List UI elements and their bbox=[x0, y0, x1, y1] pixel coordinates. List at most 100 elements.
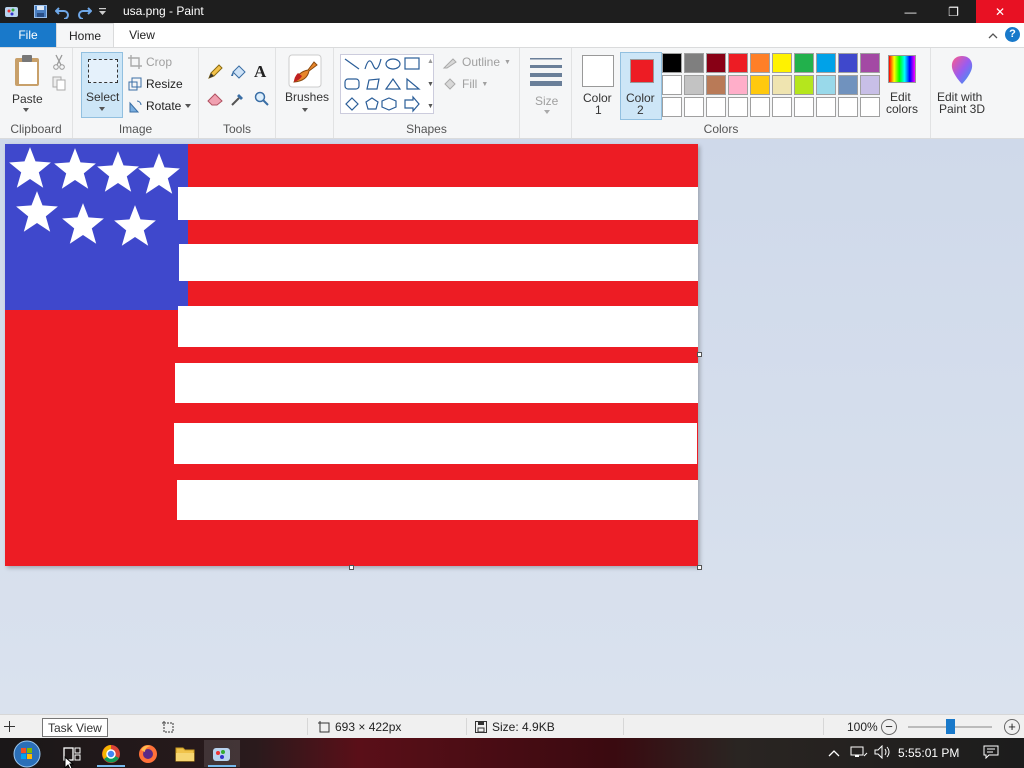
brushes-button[interactable]: Brushes bbox=[280, 52, 330, 118]
palette-swatch[interactable] bbox=[706, 75, 726, 95]
volume-icon[interactable] bbox=[874, 744, 892, 762]
color-picker-icon[interactable] bbox=[230, 91, 246, 110]
customize-qat-icon[interactable] bbox=[98, 3, 108, 20]
palette-swatch[interactable] bbox=[728, 75, 748, 95]
shapes-gallery[interactable]: ▲ ▼ ▼ bbox=[340, 54, 434, 114]
flag-star bbox=[54, 148, 96, 189]
palette-swatch[interactable] bbox=[816, 53, 836, 73]
palette-swatch[interactable] bbox=[750, 75, 770, 95]
palette-swatch[interactable] bbox=[728, 53, 748, 73]
outline-button[interactable]: Outline ▼ bbox=[442, 55, 511, 69]
palette-swatch[interactable] bbox=[772, 53, 792, 73]
taskbar: 5:55:01 PM bbox=[0, 738, 1024, 768]
taskbar-clock[interactable]: 5:55:01 PM bbox=[898, 746, 959, 760]
palette-swatch[interactable] bbox=[706, 97, 726, 117]
palette-swatch[interactable] bbox=[838, 75, 858, 95]
palette-swatch[interactable] bbox=[860, 53, 880, 73]
save-icon[interactable] bbox=[34, 3, 48, 20]
palette-swatch[interactable] bbox=[772, 75, 792, 95]
paint-app-icon[interactable] bbox=[4, 3, 22, 20]
taskbar-file-explorer[interactable] bbox=[167, 740, 203, 767]
shapes-scroll-down-icon[interactable]: ▼ bbox=[427, 81, 434, 88]
resize-handle-bottom[interactable] bbox=[349, 565, 354, 570]
shapes-scroll-up-icon[interactable]: ▲ bbox=[427, 58, 434, 65]
fill-button[interactable]: Fill ▼ bbox=[442, 77, 488, 91]
file-size: Size: 4.9KB bbox=[475, 715, 555, 738]
copy-icon[interactable] bbox=[52, 76, 66, 94]
shapes-expand-icon[interactable]: ▼ bbox=[427, 103, 434, 110]
edit-with-paint3d-button[interactable]: Edit with Paint 3D bbox=[933, 52, 993, 118]
select-button[interactable]: Select bbox=[81, 52, 123, 118]
resize-handle-right[interactable] bbox=[697, 352, 702, 357]
pencil-icon[interactable] bbox=[207, 64, 223, 83]
start-button[interactable] bbox=[6, 738, 46, 768]
zoom-slider-thumb[interactable] bbox=[946, 719, 955, 734]
canvas-workspace[interactable] bbox=[0, 139, 1024, 714]
text-tool-icon[interactable]: A bbox=[254, 62, 266, 82]
palette-swatch[interactable] bbox=[816, 75, 836, 95]
palette-swatch[interactable] bbox=[816, 97, 836, 117]
palette-swatch[interactable] bbox=[838, 97, 858, 117]
color2-swatch bbox=[630, 59, 654, 83]
image-dimensions: 693 × 422px bbox=[318, 715, 401, 738]
palette-swatch[interactable] bbox=[772, 97, 792, 117]
image-canvas[interactable] bbox=[5, 144, 698, 566]
magnifier-icon[interactable] bbox=[254, 91, 270, 110]
palette-swatch[interactable] bbox=[838, 53, 858, 73]
title-bar: usa.png - Paint — ❐ ✕ bbox=[0, 0, 1024, 23]
resize-handle-corner[interactable] bbox=[697, 565, 702, 570]
palette-swatch[interactable] bbox=[750, 97, 770, 117]
flag-star bbox=[97, 151, 139, 192]
resize-button[interactable]: Resize bbox=[128, 77, 183, 91]
zoom-out-button[interactable]: − bbox=[881, 719, 897, 735]
zoom-in-button[interactable]: + bbox=[1004, 719, 1020, 735]
palette-swatch[interactable] bbox=[728, 97, 748, 117]
color2-button[interactable]: Color 2 bbox=[620, 52, 662, 120]
selection-size-icon bbox=[162, 715, 174, 738]
taskbar-chrome[interactable] bbox=[93, 740, 129, 767]
palette-swatch[interactable] bbox=[684, 75, 704, 95]
taskbar-paint[interactable] bbox=[204, 740, 240, 767]
palette-swatch[interactable] bbox=[684, 97, 704, 117]
palette-swatch[interactable] bbox=[794, 75, 814, 95]
collapse-ribbon-icon[interactable] bbox=[988, 29, 998, 43]
action-center-icon[interactable] bbox=[983, 745, 999, 762]
crop-button[interactable]: Crop bbox=[128, 55, 172, 69]
taskbar-firefox[interactable] bbox=[130, 740, 166, 767]
tab-home[interactable]: Home bbox=[56, 23, 114, 47]
rotate-button[interactable]: Rotate bbox=[128, 99, 192, 113]
tab-file[interactable]: File bbox=[0, 23, 56, 47]
minimize-button[interactable]: — bbox=[888, 0, 933, 23]
paste-dropdown-icon bbox=[23, 108, 29, 112]
palette-swatch[interactable] bbox=[662, 53, 682, 73]
paint-icon bbox=[213, 747, 230, 761]
size-button[interactable]: Size bbox=[524, 52, 568, 118]
palette-swatch[interactable] bbox=[860, 75, 880, 95]
network-icon[interactable] bbox=[850, 745, 868, 762]
tab-view[interactable]: View bbox=[118, 23, 166, 47]
color1-button[interactable]: Color 1 bbox=[578, 52, 618, 120]
paste-button[interactable]: Paste bbox=[8, 52, 48, 112]
redo-icon[interactable] bbox=[77, 3, 93, 20]
show-hidden-icons[interactable] bbox=[828, 745, 840, 760]
palette-swatch[interactable] bbox=[860, 97, 880, 117]
palette-swatch[interactable] bbox=[684, 53, 704, 73]
palette-swatch[interactable] bbox=[662, 97, 682, 117]
undo-icon[interactable] bbox=[55, 3, 71, 20]
palette-swatch[interactable] bbox=[750, 53, 770, 73]
fill-bucket-icon[interactable] bbox=[230, 64, 246, 83]
windows-orb-icon bbox=[13, 740, 41, 768]
ribbon-tabs: File Home View ? bbox=[0, 23, 1024, 47]
eraser-icon[interactable] bbox=[207, 92, 223, 109]
palette-swatch[interactable] bbox=[706, 53, 726, 73]
cut-icon[interactable] bbox=[52, 54, 66, 73]
palette-swatch[interactable] bbox=[794, 97, 814, 117]
edit-colors-button[interactable]: Edit colors bbox=[882, 52, 926, 118]
palette-swatch[interactable] bbox=[794, 53, 814, 73]
status-separator bbox=[823, 718, 824, 735]
maximize-button[interactable]: ❐ bbox=[931, 0, 976, 23]
close-button[interactable]: ✕ bbox=[976, 0, 1024, 23]
help-icon[interactable]: ? bbox=[1005, 27, 1020, 42]
palette-swatch[interactable] bbox=[662, 75, 682, 95]
crop-icon bbox=[128, 55, 142, 69]
